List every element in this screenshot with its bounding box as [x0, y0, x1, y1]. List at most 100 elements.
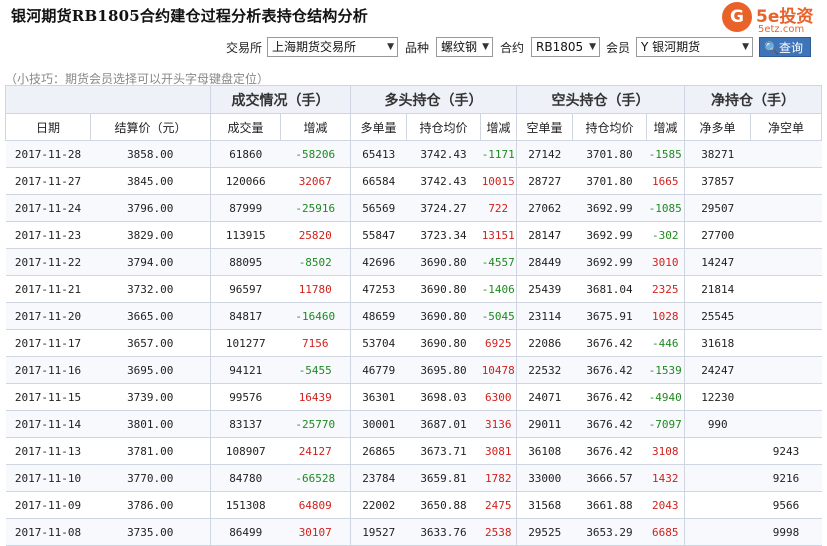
- table-cell: 2017-11-24: [5, 194, 91, 222]
- table-cell: 2017-11-27: [5, 167, 91, 195]
- table-cell: [750, 167, 822, 195]
- table-cell: 29507: [684, 194, 751, 222]
- table-cell: 113915: [210, 221, 281, 249]
- table-cell: 3796.00: [90, 194, 211, 222]
- table-cell: 6925: [480, 329, 517, 357]
- table-cell: -25770: [280, 410, 351, 438]
- table-cell: 27062: [516, 194, 573, 222]
- column-header: 成交量: [210, 113, 281, 141]
- table-cell: -25916: [280, 194, 351, 222]
- table-cell: 24127: [280, 437, 351, 465]
- contract-value: RB1805: [536, 40, 584, 54]
- table-cell: 29525: [516, 518, 573, 546]
- site-logo[interactable]: G 5e投资 5etz.com: [722, 2, 822, 38]
- table-cell: -8502: [280, 248, 351, 276]
- table-cell: 25820: [280, 221, 351, 249]
- table-cell: 25439: [516, 275, 573, 303]
- column-header: 持仓均价: [406, 113, 481, 141]
- variety-value: 螺纹钢: [441, 40, 478, 54]
- table-cell: 12230: [684, 383, 751, 411]
- table-cell: 16439: [280, 383, 351, 411]
- table-cell: 53704: [350, 329, 407, 357]
- table-cell: 3801.00: [90, 410, 211, 438]
- table-cell: 83137: [210, 410, 281, 438]
- table-cell: 3786.00: [90, 491, 211, 519]
- table-cell: 9998: [750, 518, 822, 546]
- table-cell: 2017-11-13: [5, 437, 91, 465]
- column-header: 多单量: [350, 113, 407, 141]
- table-cell: [684, 437, 751, 465]
- table-cell: 3742.43: [406, 140, 481, 168]
- table-cell: [750, 356, 822, 384]
- table-cell: 2475: [480, 491, 517, 519]
- table-cell: 2017-11-14: [5, 410, 91, 438]
- table-cell: -16460: [280, 302, 351, 330]
- table-cell: 3010: [646, 248, 685, 276]
- chevron-down-icon: ▼: [482, 42, 489, 52]
- table-cell: 3081: [480, 437, 517, 465]
- table-cell: -446: [646, 329, 685, 357]
- table-cell: [750, 221, 822, 249]
- query-label: 查询: [778, 41, 803, 55]
- table-cell: 27700: [684, 221, 751, 249]
- table-cell: 3676.42: [572, 410, 647, 438]
- table-row: 2017-11-17 3657.00 101277 7156 53704 3690.80 6…: [5, 329, 822, 357]
- group-header-row: 成交情况（手） 多头持仓（手） 空头持仓（手） 净持仓（手）: [5, 85, 822, 114]
- variety-label: 品种: [405, 41, 430, 55]
- table-cell: 3845.00: [90, 167, 211, 195]
- table-cell: 27142: [516, 140, 573, 168]
- table-cell: 2017-11-17: [5, 329, 91, 357]
- table-cell: 3690.80: [406, 248, 481, 276]
- query-button[interactable]: 🔍查询: [759, 37, 811, 57]
- table-cell: 3690.80: [406, 329, 481, 357]
- table-cell: -66528: [280, 464, 351, 492]
- table-row: 2017-11-10 3770.00 84780 -66528 23784 3659.81…: [5, 464, 822, 492]
- table-cell: 84817: [210, 302, 281, 330]
- table-cell: 9216: [750, 464, 822, 492]
- table-cell: 3742.43: [406, 167, 481, 195]
- contract-select[interactable]: RB1805 ▼: [531, 37, 600, 57]
- table-cell: 64809: [280, 491, 351, 519]
- column-header: 结算价（元）: [90, 113, 211, 141]
- table-cell: 31618: [684, 329, 751, 357]
- table-cell: 3692.99: [572, 221, 647, 249]
- table-cell: 88095: [210, 248, 281, 276]
- member-select[interactable]: Y 银河期货 ▼: [636, 37, 753, 57]
- table-cell: 87999: [210, 194, 281, 222]
- table-cell: 36301: [350, 383, 407, 411]
- table-cell: [750, 410, 822, 438]
- table-cell: -1585: [646, 140, 685, 168]
- table-cell: 990: [684, 410, 751, 438]
- table-cell: 3136: [480, 410, 517, 438]
- table-cell: 30107: [280, 518, 351, 546]
- chevron-down-icon: ▼: [742, 42, 749, 52]
- table-row: 2017-11-14 3801.00 83137 -25770 30001 3687.01…: [5, 410, 822, 438]
- table-cell: 13151: [480, 221, 517, 249]
- table-cell: 2017-11-23: [5, 221, 91, 249]
- table-row: 2017-11-23 3829.00 113915 25820 55847 3723.34…: [5, 221, 822, 249]
- variety-select[interactable]: 螺纹钢 ▼: [436, 37, 493, 57]
- table-cell: 22002: [350, 491, 407, 519]
- table-cell: [750, 329, 822, 357]
- table-cell: 2017-11-21: [5, 275, 91, 303]
- table-cell: [750, 248, 822, 276]
- column-header: 增减: [280, 113, 351, 141]
- column-header: 增减: [646, 113, 685, 141]
- table-cell: 2017-11-10: [5, 464, 91, 492]
- table-row: 2017-11-21 3732.00 96597 11780 47253 3690.80-…: [5, 275, 822, 303]
- table-body: 2017-11-28 3858.00 61860 -58206 65413 3742.43…: [5, 140, 822, 546]
- table-cell: -4557: [480, 248, 517, 276]
- member-label: 会员: [606, 41, 631, 55]
- table-cell: 86499: [210, 518, 281, 546]
- member-value: Y 银河期货: [641, 40, 701, 54]
- table-cell: 61860: [210, 140, 281, 168]
- table-cell: 2017-11-28: [5, 140, 91, 168]
- chevron-down-icon: ▼: [589, 42, 596, 52]
- exchange-select[interactable]: 上海期货交易所 ▼: [267, 37, 398, 57]
- table-cell: 3690.80: [406, 302, 481, 330]
- table-cell: 2017-11-16: [5, 356, 91, 384]
- table-cell: 19527: [350, 518, 407, 546]
- column-header: 持仓均价: [572, 113, 647, 141]
- table-cell: 48659: [350, 302, 407, 330]
- table-cell: 99576: [210, 383, 281, 411]
